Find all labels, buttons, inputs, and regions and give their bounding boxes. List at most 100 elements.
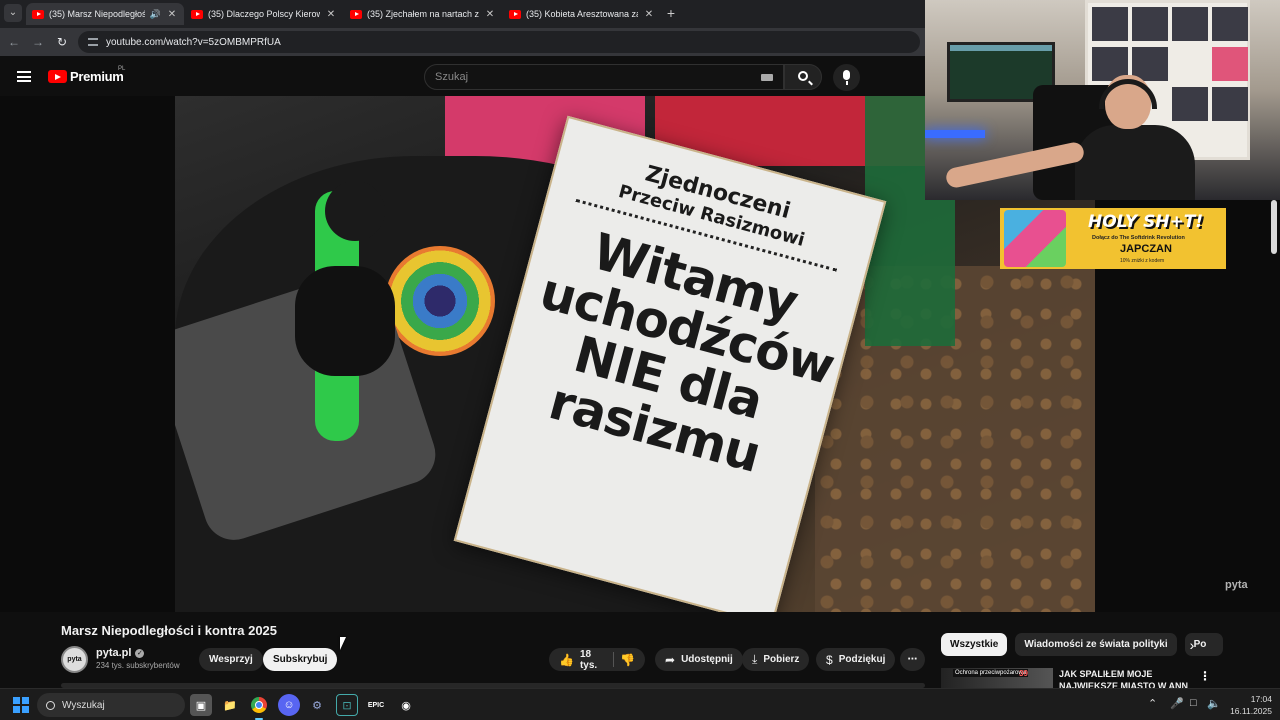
speaker-icon[interactable]: 🔊 (150, 9, 161, 20)
shelf-cell (1092, 7, 1128, 41)
search-icon (798, 71, 808, 81)
volume-icon[interactable]: 🔈 (1207, 697, 1221, 710)
search-input[interactable] (435, 71, 745, 83)
streamer-body (1075, 125, 1195, 200)
sponsor-ad-banner[interactable]: HOLY SH+T! Dołącz do The Softdrink Revol… (1000, 208, 1226, 269)
reload-icon[interactable]: ↻ (54, 34, 70, 50)
thanks-label: Podziękuj (838, 654, 886, 665)
youtube-header: Premium PL (0, 56, 925, 96)
recommendation-menu-icon[interactable]: ⋮ (1199, 669, 1211, 683)
taskbar-search[interactable]: Wyszukaj (37, 693, 185, 717)
browser-tab[interactable]: (35) Zjechałem na nartach z Mo ✕ (344, 3, 502, 25)
close-tab-icon[interactable]: ✕ (325, 9, 337, 20)
channel-avatar[interactable]: pyta (61, 646, 88, 673)
share-icon: ➦ (665, 652, 676, 667)
clock-date: 16.11.2025 (1230, 706, 1272, 716)
channel-watermark[interactable]: pyta (1225, 579, 1248, 591)
channel-name[interactable]: pyta.pl (96, 647, 131, 659)
chip-politics[interactable]: Wiadomości ze świata polityki (1015, 633, 1177, 656)
terminal-icon[interactable]: ⊡ (336, 694, 358, 716)
taskbar-search-placeholder: Wyszukaj (62, 699, 105, 711)
steam-icon[interactable]: ⚙ (306, 694, 328, 716)
menu-icon[interactable] (17, 71, 31, 82)
webcam-overlay (925, 0, 1280, 200)
youtube-premium-logo[interactable]: Premium (48, 69, 124, 84)
microphone-icon (843, 70, 850, 80)
ad-discount: 10% zniżki z kodem (1120, 258, 1165, 264)
tab-title: (35) Marsz Niepodległości i (49, 9, 145, 19)
voice-search-button[interactable] (833, 64, 860, 91)
thumbs-down-icon[interactable]: 👎 (620, 653, 635, 667)
support-button[interactable]: Wesprzyj (199, 648, 263, 671)
rainbow-scarf (385, 246, 495, 356)
youtube-favicon-icon (191, 9, 203, 19)
new-tab-button[interactable]: + (663, 5, 679, 21)
share-button[interactable]: ➦ Udostępnij (655, 648, 743, 671)
browser-tab[interactable]: (35) Dlaczego Polscy Kierowcy F ✕ (185, 3, 343, 25)
subscribe-button[interactable]: Subskrybuj (263, 648, 338, 671)
microphone-tray-icon[interactable]: 🎤 (1170, 697, 1184, 710)
download-icon: ⤓ (752, 652, 758, 666)
forward-arrow-icon[interactable]: → (30, 34, 46, 50)
back-arrow-icon[interactable]: ← (6, 34, 22, 50)
ad-headline: HOLY SH+T! (1088, 212, 1204, 232)
browser-tab[interactable]: (35) Marsz Niepodległości i 🔊 ✕ (26, 3, 184, 25)
tab-title: (35) Kobieta Aresztowana za Up (526, 9, 638, 19)
channel-name-row[interactable]: pyta.pl ✓ (96, 647, 145, 659)
black-glove (295, 266, 395, 376)
windows-start-icon[interactable] (13, 697, 29, 713)
search-button[interactable] (784, 64, 822, 90)
keyboard-icon[interactable] (761, 74, 773, 81)
thumbs-up-icon[interactable]: 👍 (559, 653, 574, 667)
like-divider (613, 652, 615, 667)
tab-title: (35) Zjechałem na nartach z Mo (367, 9, 479, 19)
headset-icon (1099, 79, 1157, 109)
close-tab-icon[interactable]: ✕ (166, 9, 178, 20)
network-icon[interactable]: □ (1190, 697, 1197, 709)
tab-search-button[interactable]: ⌄ (4, 4, 22, 22)
recommendation-thumbnail[interactable]: Ochrona przeciwpożarowa 39 (941, 668, 1053, 688)
chip-all[interactable]: Wszystkie (941, 633, 1008, 656)
download-button[interactable]: ⤓ Pobierz (742, 648, 810, 671)
chevron-right-icon[interactable]: › (1183, 636, 1201, 654)
microphone-head (325, 181, 385, 241)
task-view-icon[interactable]: ▣ (190, 694, 212, 716)
ad-tagline: Dołącz do The Softdrink Revolution (1092, 235, 1185, 241)
file-explorer-icon[interactable]: 📁 (219, 694, 241, 716)
site-info-icon[interactable] (88, 38, 98, 46)
chrome-icon[interactable] (248, 694, 270, 720)
chevron-up-icon[interactable]: ⌃ (1148, 697, 1157, 710)
video-title: Marsz Niepodległości i kontra 2025 (61, 623, 278, 638)
autumn-leaves-ground (815, 266, 1095, 612)
drink-products-image (1004, 210, 1066, 267)
youtube-logo-icon (48, 70, 67, 83)
recommendation-chips: Wszystkie Wiadomości ze świata polityki … (941, 633, 1223, 656)
obs-icon[interactable]: ◉ (395, 694, 417, 716)
shelf-cell (1132, 7, 1168, 41)
thanks-button[interactable]: $ Podziękuj (816, 648, 896, 671)
like-dislike-group: 👍 18 tys. 👎 (549, 648, 645, 671)
thumbnail-counter: 39 (1019, 669, 1028, 678)
like-count[interactable]: 18 tys. (580, 649, 607, 671)
more-actions-button[interactable]: ⋯ (900, 648, 925, 671)
address-bar[interactable]: youtube.com/watch?v=5zOMBMPRfUA (78, 31, 920, 53)
subscriber-count: 234 tys. subskrybentów (96, 661, 180, 670)
clock[interactable]: 17:04 16.11.2025 (1222, 693, 1272, 717)
region-code: PL (118, 66, 126, 72)
browser-tab[interactable]: (35) Kobieta Aresztowana za Up ✕ (503, 3, 661, 25)
windows-taskbar: Wyszukaj ▣ 📁 ☺ ⚙ ⊡ EPIC ◉ ⌃ 🎤 □ 🔈 17:04 … (0, 688, 1280, 720)
thanks-icon: $ (826, 652, 833, 667)
shelf-cell (1212, 47, 1248, 81)
shelf-cell (1212, 7, 1248, 41)
close-tab-icon[interactable]: ✕ (484, 9, 496, 20)
discord-icon[interactable]: ☺ (278, 694, 300, 716)
recommendation-title-line-1: JAK SPALIŁEM MOJE (1059, 669, 1153, 679)
logo-text: Premium (70, 69, 124, 84)
page-scrollbar[interactable] (1271, 200, 1277, 254)
tab-title: (35) Dlaczego Polscy Kierowcy F (208, 9, 320, 19)
subscribe-label: Subskrybuj (273, 654, 328, 665)
browser-tab-bar: ⌄ (35) Marsz Niepodległości i 🔊 ✕ (35) D… (0, 0, 925, 28)
streamer (944, 75, 1195, 200)
close-tab-icon[interactable]: ✕ (643, 9, 655, 20)
epic-games-icon[interactable]: EPIC (365, 694, 387, 716)
